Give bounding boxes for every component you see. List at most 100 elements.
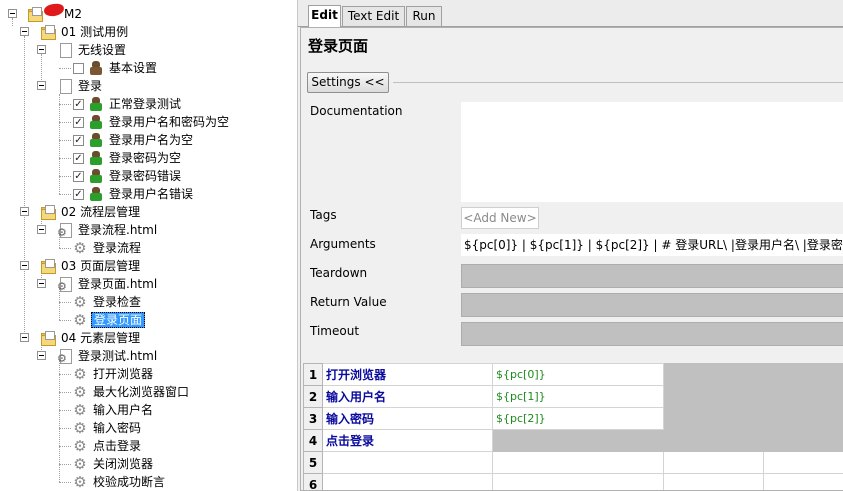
tree-node-label: 登录页面.html [78, 277, 158, 291]
collapse-toggle[interactable] [37, 351, 46, 360]
row-number[interactable]: 4 [303, 429, 323, 452]
gear-icon: ⚙ [73, 383, 87, 401]
tree-node-wireless[interactable]: 无线设置 [57, 41, 128, 59]
tree-node-keyword[interactable]: ⚙ 校验成功断言 [72, 473, 167, 491]
keyword-cell[interactable] [322, 473, 493, 490]
argument-cell[interactable]: ${pc[0]} [492, 363, 664, 386]
tree-node-suite-03[interactable]: 03 页面层管理 [40, 257, 142, 275]
tree-node-test[interactable]: ✓ 登录用户名为空 [73, 131, 195, 149]
tree-node-resource-file[interactable]: ⚙ 登录测试.html [57, 347, 159, 365]
empty-cell[interactable] [663, 451, 764, 474]
empty-cell[interactable] [663, 407, 764, 430]
tree-node-keyword-selected[interactable]: ⚙ 登录页面 [72, 311, 146, 329]
tree-node-basic-settings[interactable]: 基本设置 [73, 59, 159, 77]
empty-cell[interactable] [663, 363, 764, 386]
argument-cell[interactable]: ${pc[2]} [492, 407, 664, 430]
collapse-toggle[interactable] [20, 27, 29, 36]
collapse-toggle[interactable] [37, 279, 46, 288]
collapse-toggle[interactable] [37, 225, 46, 234]
empty-cell[interactable] [663, 473, 764, 490]
empty-cell[interactable] [762, 385, 843, 408]
test-checkbox[interactable]: ✓ [73, 152, 84, 164]
tree-connector [59, 446, 71, 447]
collapse-toggle[interactable] [20, 261, 29, 270]
empty-cell[interactable] [762, 363, 843, 386]
project-tree[interactable]: M2 01 测试用例 无线设置 基本设置 登录 ✓ 正常登录测试 ✓ 登录用户名… [0, 0, 296, 491]
add-tag-button[interactable]: <Add New> [461, 207, 539, 229]
tree-node-suite-02[interactable]: 02 流程层管理 [40, 203, 142, 221]
keyword-cell[interactable]: 输入用户名 [322, 385, 493, 408]
empty-cell[interactable] [663, 429, 764, 452]
tree-node-keyword[interactable]: ⚙ 打开浏览器 [72, 365, 155, 383]
collapse-toggle[interactable] [20, 207, 29, 216]
tree-node-suite-01[interactable]: 01 测试用例 [40, 23, 130, 41]
test-checkbox[interactable]: ✓ [73, 134, 84, 146]
row-number[interactable]: 6 [303, 473, 323, 490]
file-icon [57, 78, 73, 94]
test-checkbox[interactable]: ✓ [73, 188, 84, 200]
timeout-field[interactable] [461, 322, 843, 346]
tree-node-label: 03 页面层管理 [61, 259, 141, 273]
tree-node-keyword[interactable]: ⚙ 登录流程 [72, 239, 143, 257]
keyword-cell[interactable]: 点击登录 [322, 429, 493, 452]
arguments-field[interactable]: ${pc[0]} | ${pc[1]} | ${pc[2]} | # 登录URL… [461, 234, 843, 256]
tree-node-test[interactable]: ✓ 登录密码错误 [73, 167, 183, 185]
test-checkbox[interactable]: ✓ [73, 170, 84, 182]
row-number[interactable]: 1 [303, 363, 323, 386]
collapse-toggle[interactable] [8, 9, 17, 18]
tree-node-keyword[interactable]: ⚙ 登录检查 [72, 293, 143, 311]
robot-test-icon [88, 132, 104, 148]
tree-node-label: 校验成功断言 [93, 475, 166, 489]
tree-node-test[interactable]: ✓ 登录用户名和密码为空 [73, 113, 231, 131]
tree-node-keyword[interactable]: ⚙ 最大化浏览器窗口 [72, 383, 191, 401]
tree-node-keyword[interactable]: ⚙ 输入密码 [72, 419, 143, 437]
resource-file-icon: ⚙ [57, 348, 73, 364]
tree-node-label: 登录用户名为空 [109, 133, 194, 147]
tree-node-test[interactable]: ✓ 登录用户名错误 [73, 185, 195, 203]
tree-node-suite-04[interactable]: 04 元素层管理 [40, 329, 142, 347]
tab-run[interactable]: Run [406, 6, 442, 26]
empty-cell[interactable] [762, 429, 843, 452]
row-number[interactable]: 2 [303, 385, 323, 408]
tree-node-keyword[interactable]: ⚙ 输入用户名 [72, 401, 155, 419]
folder-open-icon [40, 258, 56, 274]
empty-cell[interactable] [762, 451, 843, 474]
tree-node-keyword[interactable]: ⚙ 点击登录 [72, 437, 143, 455]
test-checkbox[interactable]: ✓ [73, 116, 84, 128]
keyword-cell[interactable]: 输入密码 [322, 407, 493, 430]
argument-cell[interactable]: ${pc[1]} [492, 385, 664, 408]
tree-connector [59, 392, 71, 393]
test-checkbox[interactable] [73, 62, 84, 74]
tree-node-label: 登录检查 [93, 295, 142, 309]
test-checkbox[interactable]: ✓ [73, 98, 84, 110]
tree-node-label: 登录密码错误 [109, 169, 182, 183]
collapse-toggle[interactable] [37, 45, 46, 54]
tree-node-test[interactable]: ✓ 登录密码为空 [73, 149, 183, 167]
tab-text-edit[interactable]: Text Edit [342, 6, 405, 26]
tree-node-resource-file[interactable]: ⚙ 登录页面.html [57, 275, 159, 293]
keyword-cell[interactable]: 打开浏览器 [322, 363, 493, 386]
tree-node-keyword[interactable]: ⚙ 关闭浏览器 [72, 455, 155, 473]
keyword-cell[interactable] [322, 451, 493, 474]
argument-cell[interactable] [492, 429, 664, 452]
settings-toggle-button[interactable]: Settings << [307, 72, 389, 93]
row-number[interactable]: 5 [303, 451, 323, 474]
teardown-field[interactable] [461, 264, 843, 288]
tree-node-login-suite[interactable]: 登录 [57, 77, 104, 95]
empty-cell[interactable] [762, 473, 843, 490]
return-value-field[interactable] [461, 293, 843, 317]
argument-cell[interactable] [492, 473, 664, 490]
gear-icon: ⚙ [73, 401, 87, 419]
tree-node-resource-file[interactable]: ⚙ 登录流程.html [57, 221, 159, 239]
folder-open-icon [27, 6, 43, 22]
row-number[interactable]: 3 [303, 407, 323, 430]
tree-connector [59, 140, 71, 141]
tree-node-test[interactable]: ✓ 正常登录测试 [73, 95, 183, 113]
argument-cell[interactable] [492, 451, 664, 474]
empty-cell[interactable] [663, 385, 764, 408]
empty-cell[interactable] [762, 407, 843, 430]
collapse-toggle[interactable] [20, 333, 29, 342]
collapse-toggle[interactable] [37, 81, 46, 90]
tab-edit[interactable]: Edit [308, 5, 341, 27]
documentation-field[interactable] [461, 102, 843, 202]
